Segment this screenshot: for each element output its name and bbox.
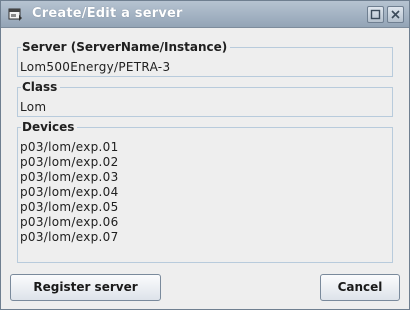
- device-item: p03/lom/exp.06: [20, 215, 119, 229]
- server-group: Server (ServerName/Instance) Lom500Energ…: [17, 40, 393, 77]
- dialog-window: Create/Edit a server Server (ServerName/…: [0, 0, 410, 310]
- cancel-button[interactable]: Cancel: [320, 274, 400, 301]
- close-icon: [391, 10, 400, 19]
- title-bar[interactable]: Create/Edit a server: [1, 1, 409, 28]
- class-label: Class: [21, 80, 61, 94]
- class-group: Class Lom: [17, 80, 393, 117]
- app-window-icon: [8, 8, 22, 21]
- device-item: p03/lom/exp.01: [20, 140, 119, 154]
- devices-text-area[interactable]: p03/lom/exp.01 p03/lom/exp.02 p03/lom/ex…: [20, 140, 119, 245]
- device-item: p03/lom/exp.05: [20, 200, 119, 214]
- class-name-field[interactable]: Lom: [20, 100, 46, 114]
- devices-label: Devices: [21, 120, 78, 134]
- device-item: p03/lom/exp.04: [20, 185, 119, 199]
- device-item: p03/lom/exp.02: [20, 155, 119, 169]
- server-label: Server (ServerName/Instance): [21, 40, 231, 54]
- window-title: Create/Edit a server: [32, 6, 183, 21]
- server-name-field[interactable]: Lom500Energy/PETRA-3: [20, 60, 170, 74]
- close-button[interactable]: [387, 6, 404, 23]
- register-server-button[interactable]: Register server: [10, 274, 161, 301]
- maximize-icon: [370, 9, 381, 20]
- maximize-button[interactable]: [367, 6, 384, 23]
- devices-group: Devices p03/lom/exp.01 p03/lom/exp.02 p0…: [17, 120, 393, 263]
- device-item: p03/lom/exp.03: [20, 170, 119, 184]
- device-item: p03/lom/exp.07: [20, 230, 119, 244]
